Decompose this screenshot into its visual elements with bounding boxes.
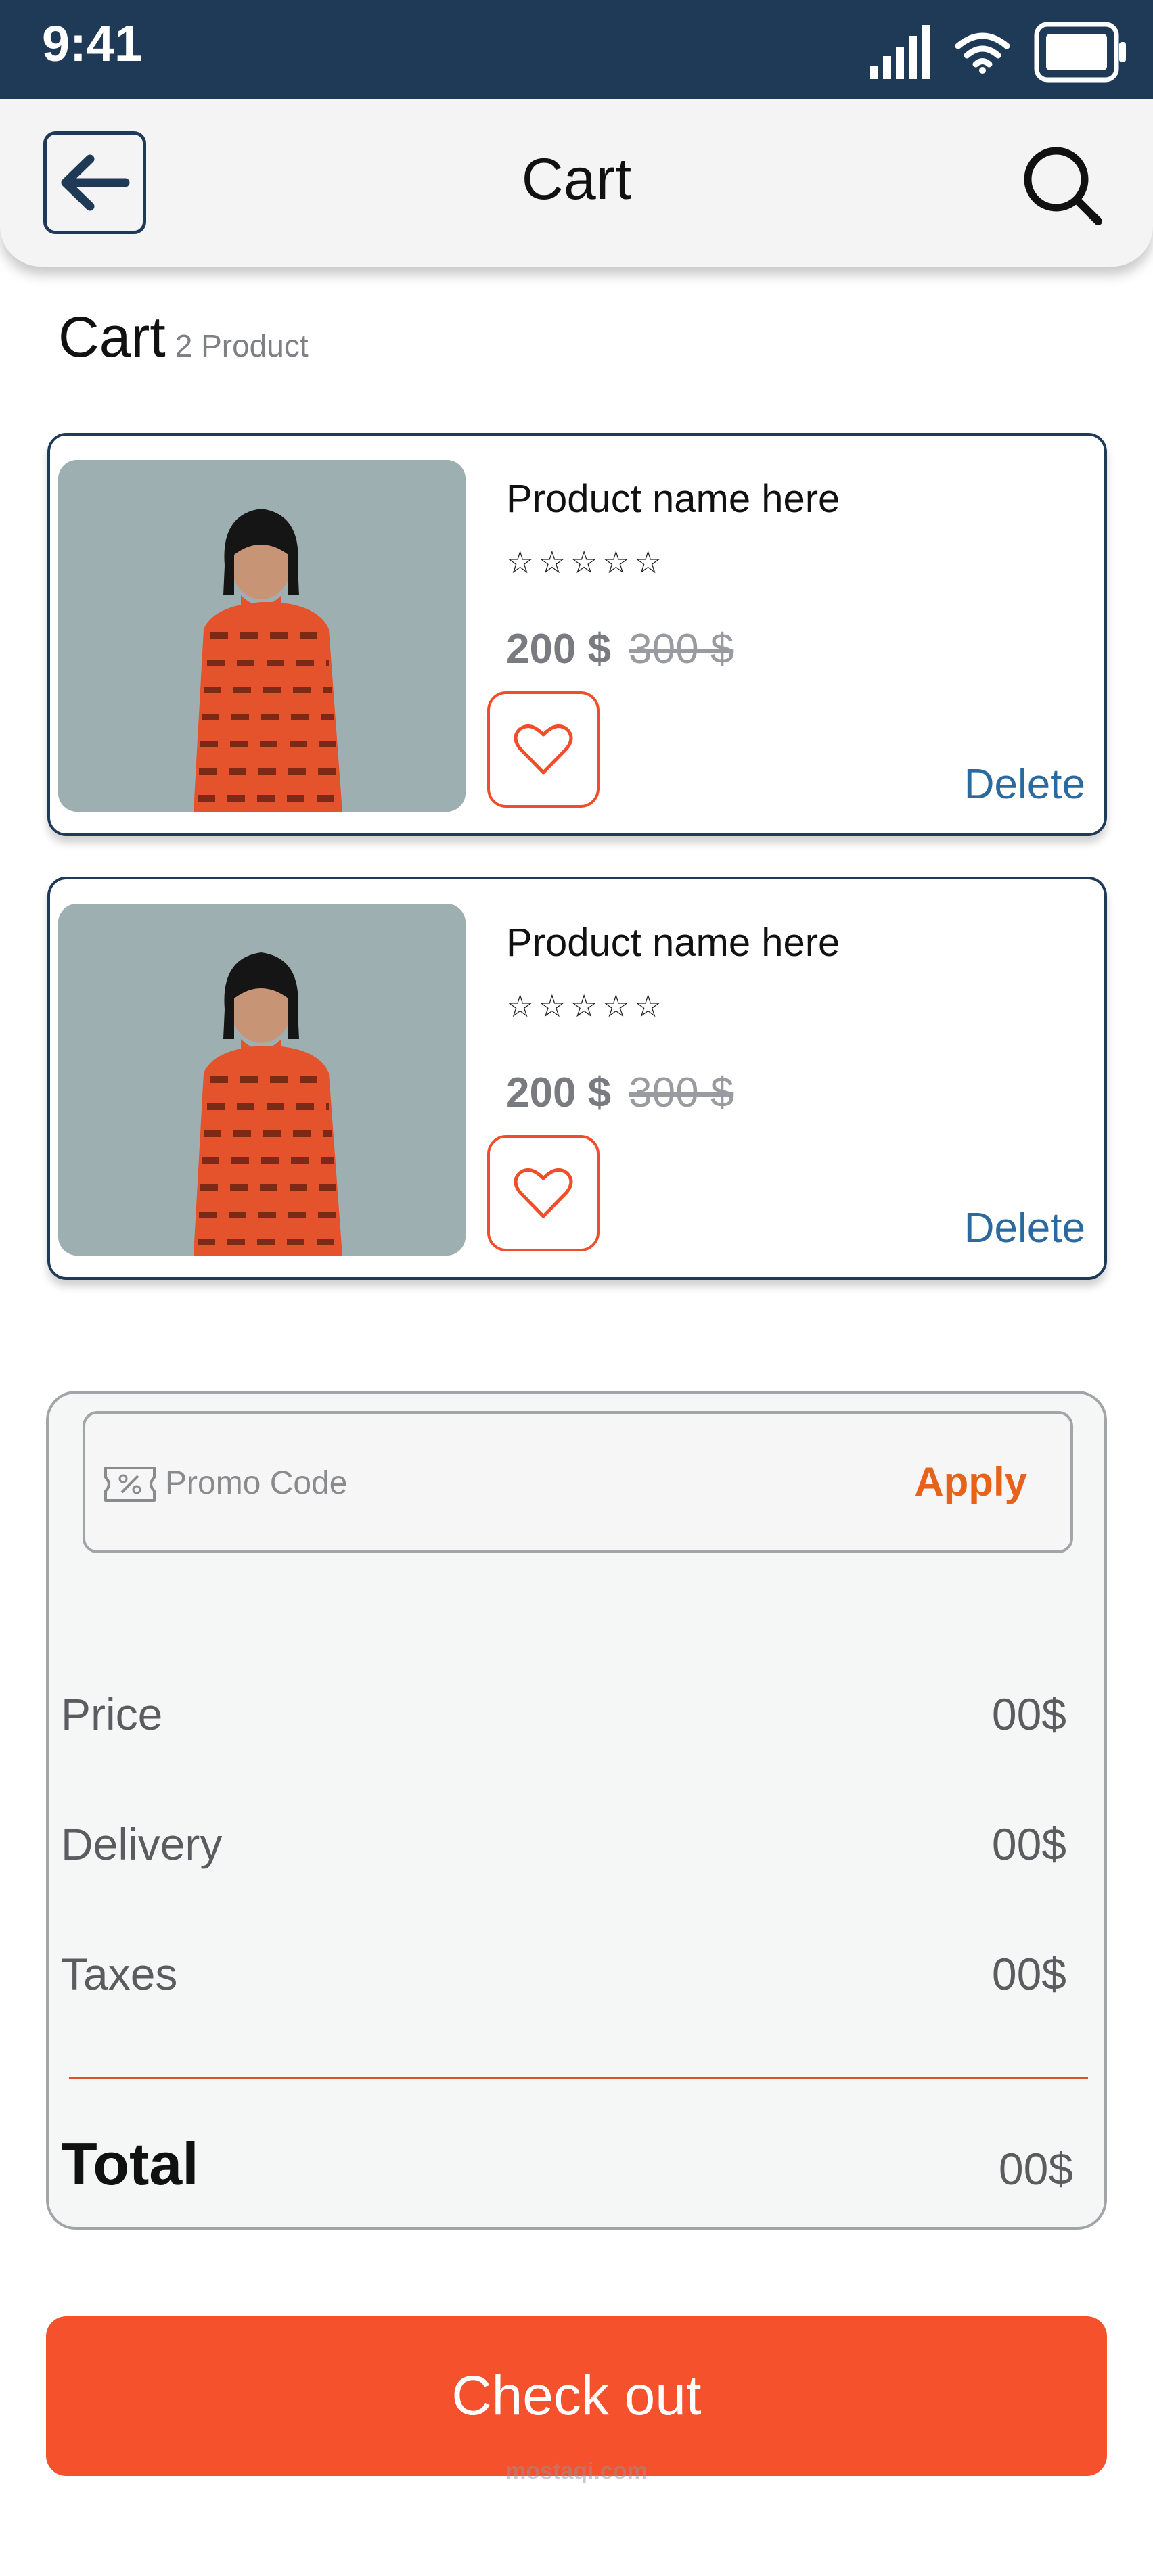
rating-stars[interactable]: ☆☆☆☆☆ bbox=[506, 988, 666, 1024]
cart-title: Cart bbox=[58, 305, 166, 369]
search-button[interactable] bbox=[1018, 141, 1106, 229]
promo-code-input[interactable] bbox=[165, 1456, 774, 1510]
search-icon bbox=[1024, 147, 1102, 225]
favorite-button[interactable] bbox=[487, 1135, 600, 1251]
order-summary: Apply Price 00$ Delivery 00$ Taxes 00$ T… bbox=[46, 1391, 1107, 2230]
product-card: Product name here ☆☆☆☆☆ 200 $ 300 $ Delet… bbox=[47, 433, 1107, 836]
cart-heading: Cart 2 Product bbox=[58, 304, 309, 370]
summary-label: Delivery bbox=[61, 1819, 223, 1869]
summary-label: Taxes bbox=[61, 1949, 178, 1999]
signal-icon bbox=[870, 25, 930, 79]
battery-icon bbox=[1034, 22, 1126, 83]
summary-label: Price bbox=[61, 1689, 163, 1739]
summary-value: 00$ bbox=[991, 1689, 1066, 1739]
product-card: Product name here ☆☆☆☆☆ 200 $ 300 $ Delet… bbox=[47, 877, 1107, 1280]
total-row: Total 00$ bbox=[61, 2130, 1073, 2199]
total-value: 00$ bbox=[998, 2144, 1073, 2194]
apply-button[interactable]: Apply bbox=[914, 1458, 1027, 1505]
favorite-button[interactable] bbox=[487, 691, 600, 808]
product-image[interactable] bbox=[58, 460, 466, 812]
app-bar: Cart bbox=[0, 99, 1153, 267]
product-name: Product name here bbox=[506, 921, 840, 965]
watermark: mostaqi.com bbox=[505, 2458, 648, 2484]
summary-row-price: Price 00$ bbox=[61, 1688, 1066, 1740]
delete-button[interactable]: Delete bbox=[964, 760, 1085, 808]
summary-row-delivery: Delivery 00$ bbox=[61, 1818, 1066, 1870]
heart-icon bbox=[514, 1168, 573, 1218]
coupon-icon bbox=[104, 1467, 156, 1502]
status-icons bbox=[870, 15, 1129, 89]
promo-code-box: Apply bbox=[83, 1411, 1073, 1553]
price-old: 300 $ bbox=[629, 1070, 734, 1116]
delete-button[interactable]: Delete bbox=[964, 1204, 1085, 1252]
price-current: 200 $ bbox=[506, 626, 612, 672]
total-label: Total bbox=[61, 2130, 199, 2197]
price-current: 200 $ bbox=[506, 1070, 612, 1116]
heart-icon bbox=[514, 724, 573, 775]
cart-count: 2 Product bbox=[175, 328, 309, 363]
price-row: 200 $ 300 $ bbox=[506, 625, 733, 673]
price-old: 300 $ bbox=[629, 626, 734, 672]
checkout-button[interactable]: Check out bbox=[46, 2316, 1107, 2476]
status-time: 9:41 bbox=[42, 16, 143, 72]
product-photo bbox=[58, 460, 466, 812]
summary-value: 00$ bbox=[991, 1819, 1066, 1869]
product-photo bbox=[58, 904, 466, 1256]
summary-divider bbox=[69, 2077, 1088, 2079]
status-bar: 9:41 bbox=[0, 0, 1153, 101]
product-name: Product name here bbox=[506, 477, 840, 521]
product-image[interactable] bbox=[58, 904, 466, 1256]
page-title: Cart bbox=[521, 147, 632, 212]
rating-stars[interactable]: ☆☆☆☆☆ bbox=[506, 544, 666, 580]
wifi-icon bbox=[955, 32, 1010, 74]
summary-row-taxes: Taxes 00$ bbox=[61, 1948, 1066, 2000]
price-row: 200 $ 300 $ bbox=[506, 1069, 733, 1117]
summary-value: 00$ bbox=[991, 1949, 1066, 1999]
